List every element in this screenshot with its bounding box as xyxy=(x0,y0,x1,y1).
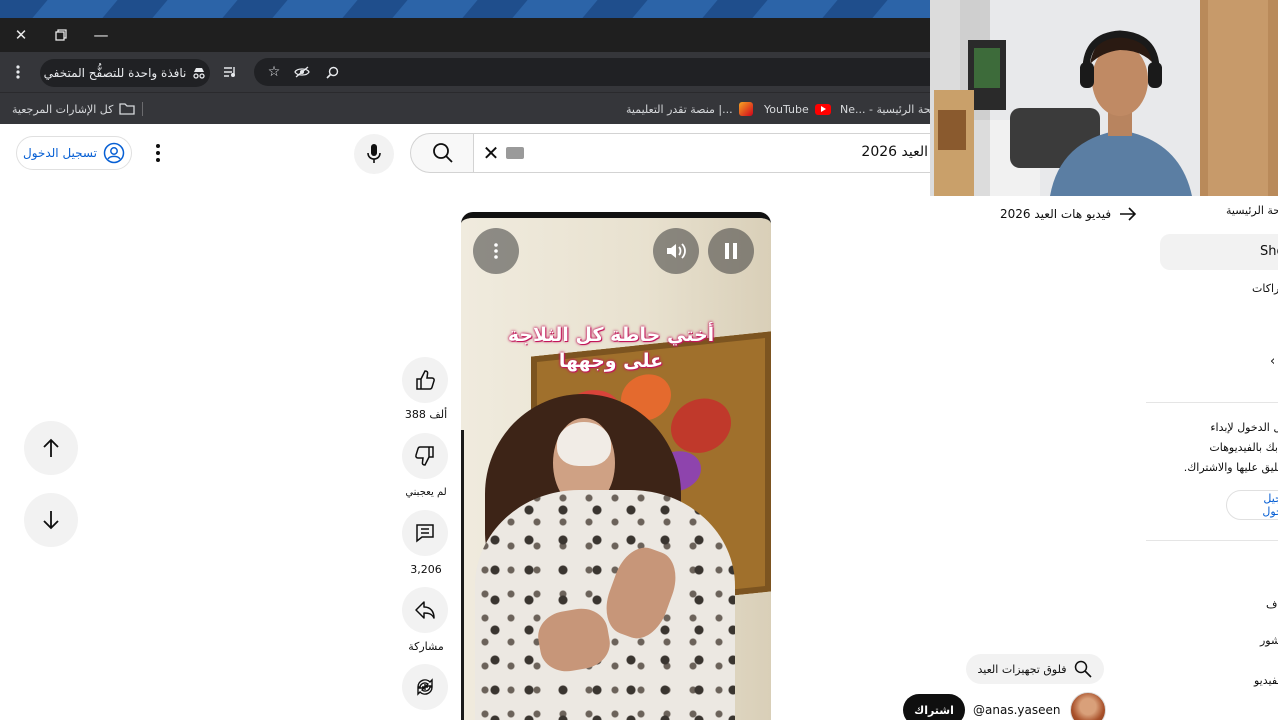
account-icon xyxy=(103,142,125,164)
media-controls-icon[interactable] xyxy=(220,58,240,86)
pause-icon xyxy=(725,243,737,259)
chip-label: فلوق تجهيزات العيد xyxy=(977,662,1067,676)
search-query: العيد 2026 xyxy=(861,144,928,160)
folder-icon xyxy=(119,103,135,115)
bookmark-youtube[interactable]: YouTube xyxy=(764,93,831,125)
next-video-button[interactable] xyxy=(24,493,78,547)
more-vertical-icon xyxy=(494,243,498,259)
leopard-scarf xyxy=(475,490,735,720)
video-progress-bar[interactable] xyxy=(461,430,464,720)
sidebar-item-you[interactable]: › xyxy=(1270,354,1275,369)
comment-icon xyxy=(416,524,434,543)
sidebar-item-video[interactable]: الفيديو xyxy=(1254,674,1278,687)
dislike-label: لم يعجبني xyxy=(405,487,447,498)
like-button[interactable] xyxy=(402,357,448,403)
likes-count: 388 ألف xyxy=(404,408,448,421)
bookmark-label: كل الإشارات المرجعية xyxy=(12,102,114,116)
related-link-label: فيديو هات العيد 2026 xyxy=(1000,207,1112,221)
incognito-indicator[interactable]: نافذة واحدة للتصفُّح المتخفي xyxy=(40,59,210,87)
sidebar-divider xyxy=(1146,540,1278,541)
share-label: مشاركة xyxy=(408,640,444,653)
search-input[interactable]: ✕ العيد 2026 xyxy=(473,133,943,173)
settings-menu-icon[interactable] xyxy=(148,140,168,166)
bookmark-separator xyxy=(142,102,143,116)
caption-line-2: على وجهها xyxy=(558,350,664,372)
sidebar-item-subscriptions[interactable]: الاشتراكات xyxy=(1252,282,1278,295)
youtube-icon xyxy=(814,103,831,115)
sidebar-signin-button[interactable]: تسجيل الدخول xyxy=(1226,490,1278,520)
zoom-icon[interactable] xyxy=(322,58,342,86)
related-videos-link[interactable]: فيديو هات العيد 2026 xyxy=(1000,204,1137,224)
dislike-button[interactable] xyxy=(402,433,448,479)
address-bar[interactable]: ☆ xyxy=(254,58,954,86)
clear-search-icon[interactable]: ✕ xyxy=(480,141,502,165)
remix-button[interactable] xyxy=(402,664,448,710)
channel-avatar[interactable] xyxy=(1070,692,1106,720)
sidebar-item-shorts[interactable]: Shorts xyxy=(1160,234,1278,270)
bookmark-label: YouTube xyxy=(764,102,809,116)
youtube-page: تسجيل الدخول ✕ العيد 2026 أختي حاطة كل ا… xyxy=(0,124,1278,720)
signin-prompt-text: سجّل الدخول لإبداء إعجابك بالفيديوهات وا… xyxy=(1183,421,1278,474)
shorts-video-player[interactable]: أختي حاطة كل الثلاجة على وجهها xyxy=(461,212,771,720)
bookmark-tqdr[interactable]: منصة تقدر التعليمية |... xyxy=(626,93,753,125)
minimize-icon[interactable]: — xyxy=(86,18,116,52)
restore-icon[interactable] xyxy=(46,18,76,52)
bookmark-star-icon[interactable]: ☆ xyxy=(264,58,284,86)
site-favicon-icon xyxy=(738,102,753,116)
video-caption: أختي حاطة كل الثلاجة على وجهها xyxy=(491,322,731,374)
search-icon xyxy=(1075,660,1093,678)
thumbs-down-icon xyxy=(415,446,434,466)
bookmark-label: منصة تقدر التعليمية |... xyxy=(626,102,733,116)
bookmark-all[interactable]: كل الإشارات المرجعية xyxy=(12,93,135,125)
search-button[interactable] xyxy=(410,133,474,173)
arrow-down-icon xyxy=(43,511,59,530)
caption-line-1: أختي حاطة كل الثلاجة xyxy=(507,324,715,346)
arrow-right-icon xyxy=(1120,207,1137,221)
signin-label: تسجيل الدخول xyxy=(23,146,97,160)
sidebar-item-explore[interactable]: استكشاف xyxy=(1266,598,1278,611)
voice-search-button[interactable] xyxy=(354,134,394,174)
signin-button[interactable]: تسجيل الدخول xyxy=(16,136,132,170)
face-mask xyxy=(557,422,611,466)
comments-count: 3,206 xyxy=(410,563,442,576)
comments-button[interactable] xyxy=(402,510,448,556)
incognito-icon xyxy=(193,68,206,79)
volume-button[interactable] xyxy=(653,228,699,274)
search-suggestion-chip[interactable]: فلوق تجهيزات العيد xyxy=(966,654,1104,684)
volume-icon xyxy=(667,243,686,259)
pause-button[interactable] xyxy=(708,228,754,274)
incognito-label: نافذة واحدة للتصفُّح المتخفي xyxy=(43,66,187,80)
eye-off-icon[interactable] xyxy=(292,58,312,86)
close-icon[interactable]: ✕ xyxy=(6,18,36,52)
screen: ✕ — نافذة واحدة للتصفُّح المتخفي ☆ كل ال… xyxy=(0,0,1278,720)
browser-menu-icon[interactable] xyxy=(8,58,28,86)
thumbs-up-icon xyxy=(416,370,435,390)
webcam-overlay xyxy=(930,0,1278,196)
search-icon xyxy=(432,143,453,163)
arrow-up-icon xyxy=(43,438,59,457)
microphone-icon xyxy=(367,144,381,163)
share-icon xyxy=(415,601,435,619)
channel-name[interactable]: @anas.yaseen xyxy=(973,703,1060,717)
webcam-feed-image xyxy=(930,0,1278,196)
keyboard-icon[interactable] xyxy=(506,147,524,159)
sidebar-divider xyxy=(1146,402,1278,403)
remix-icon xyxy=(417,678,433,696)
share-button[interactable] xyxy=(402,587,448,633)
subscribe-button[interactable]: اشتراك xyxy=(903,694,965,720)
video-more-button[interactable] xyxy=(473,228,519,274)
previous-video-button[interactable] xyxy=(24,421,78,475)
sidebar-item-trending[interactable]: رائج الآن والمنشور xyxy=(1260,634,1278,647)
sidebar-item-home[interactable]: الصفحة الرئيسية xyxy=(1226,204,1278,217)
